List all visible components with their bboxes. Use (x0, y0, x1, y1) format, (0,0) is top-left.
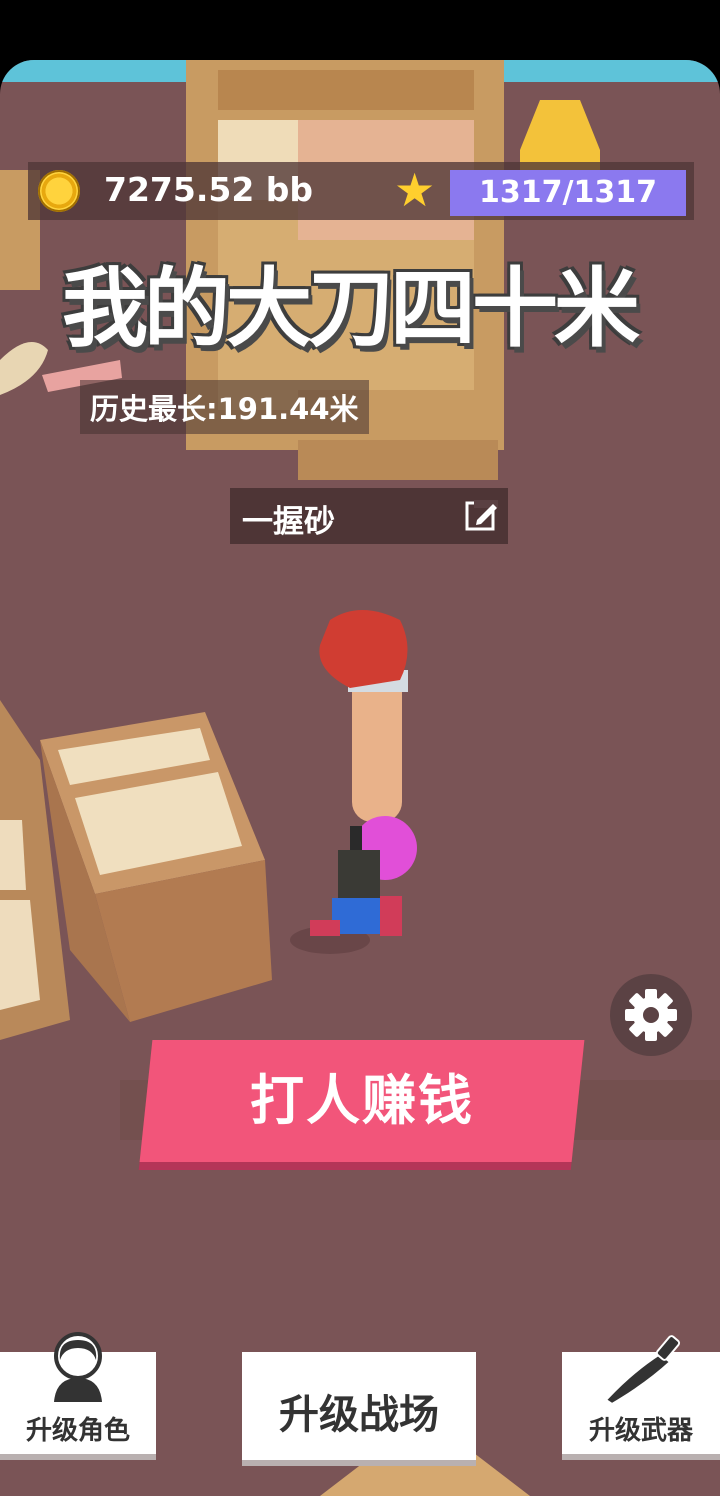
knife-icon (604, 1335, 681, 1406)
game-title: 我的大刀四十米 (62, 259, 640, 359)
settings-button[interactable] (610, 974, 692, 1056)
coin-counter: 7275.52 bb (28, 162, 384, 220)
upgrade-battlefield-button[interactable]: 升级战场 (242, 1352, 476, 1460)
game-scene[interactable]: 7275.52 bb ★ 1317/1317 我的大刀四十米 历史最长:191.… (0, 60, 720, 1496)
cabinet-main (40, 712, 272, 1022)
best-record: 历史最长:191.44米 (80, 380, 369, 434)
edit-icon[interactable] (464, 498, 498, 532)
star-icon: ★ (394, 163, 436, 217)
level-progress: ★ 1317/1317 (384, 162, 694, 220)
person-icon (54, 1332, 102, 1402)
fight-earn-button[interactable]: 打人赚钱 (139, 1040, 585, 1162)
upgrade-character-label: 升级角色 (25, 1416, 130, 1446)
upgrade-weapon-button[interactable]: 升级武器 (562, 1335, 720, 1454)
upgrade-character-button[interactable]: 升级角色 (0, 1332, 156, 1454)
boxer-character[interactable] (290, 600, 430, 960)
xp-value: 1317/1317 (479, 175, 657, 210)
fight-earn-label: 打人赚钱 (250, 1069, 474, 1132)
player-name-field[interactable]: 一握砂 (230, 488, 508, 544)
upgrade-weapon-label: 升级武器 (588, 1416, 693, 1446)
bread-item (0, 342, 48, 395)
upgrade-battlefield-label: 升级战场 (279, 1392, 439, 1438)
gear-icon (625, 989, 677, 1041)
coin-amount: 7275.52 bb (104, 170, 314, 209)
player-name: 一握砂 (242, 504, 335, 540)
coin-icon (38, 170, 80, 212)
